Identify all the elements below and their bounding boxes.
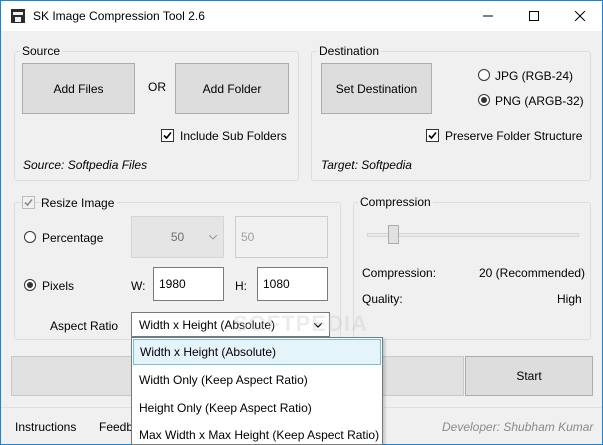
width-input[interactable]: 1980 <box>153 267 224 301</box>
close-button[interactable] <box>557 1 603 31</box>
add-folder-button[interactable]: Add Folder <box>175 63 289 114</box>
developer-credit: Developer: Shubham Kumar <box>442 420 594 434</box>
aspect-option-height-only[interactable]: Height Only (Keep Aspect Ratio) <box>133 395 381 421</box>
compression-legend: Compression <box>358 195 433 209</box>
png-radio[interactable] <box>478 94 490 106</box>
app-icon <box>10 8 26 24</box>
add-files-button[interactable]: Add Files <box>22 63 135 114</box>
pixels-label[interactable]: Pixels <box>42 279 74 293</box>
checkmark-icon <box>428 131 437 140</box>
percentage-combo-value: 50 <box>170 230 185 244</box>
window-title: SK Image Compression Tool 2.6 <box>33 9 205 23</box>
minimize-button[interactable] <box>465 1 511 31</box>
preserve-structure-checkbox[interactable] <box>426 129 439 142</box>
resize-image-label[interactable]: Resize Image <box>41 196 118 210</box>
checkmark-icon <box>163 131 172 140</box>
start-button[interactable]: Start <box>465 356 593 396</box>
source-status: Source: Softpedia Files <box>23 158 148 172</box>
set-destination-button[interactable]: Set Destination <box>321 63 432 114</box>
aspect-ratio-dropdown: Width x Height (Absolute) Width Only (Ke… <box>131 337 383 445</box>
height-label: H: <box>235 279 247 293</box>
percentage-label[interactable]: Percentage <box>42 231 103 245</box>
quality-label: Quality: <box>362 292 403 306</box>
title-bar[interactable]: SK Image Compression Tool 2.6 <box>1 1 602 31</box>
maximize-button[interactable] <box>511 1 557 31</box>
percentage-radio[interactable] <box>24 231 36 243</box>
destination-legend: Destination <box>317 44 382 58</box>
feedback-link[interactable]: Feedb <box>99 420 133 434</box>
pixels-radio[interactable] <box>24 279 36 291</box>
compression-label: Compression: <box>362 266 437 280</box>
preserve-structure-label[interactable]: Preserve Folder Structure <box>445 129 582 143</box>
png-label[interactable]: PNG (ARGB-32) <box>495 94 584 108</box>
compression-slider-thumb[interactable] <box>388 225 399 244</box>
height-input[interactable]: 1080 <box>257 267 328 301</box>
include-subfolders-label[interactable]: Include Sub Folders <box>180 129 287 143</box>
compression-value: 20 (Recommended) <box>479 266 586 280</box>
aspect-option-absolute[interactable]: Width x Height (Absolute) <box>133 339 381 365</box>
chevron-down-icon <box>209 235 217 240</box>
minimize-icon <box>483 15 493 17</box>
app-window: SK Image Compression Tool 2.6 Source Add… <box>0 0 603 445</box>
aspect-option-width-only[interactable]: Width Only (Keep Aspect Ratio) <box>133 367 381 393</box>
checkmark-icon <box>24 198 33 207</box>
resize-image-checkbox[interactable] <box>22 196 35 209</box>
aspect-ratio-label: Aspect Ratio <box>50 319 119 333</box>
quality-value: High <box>557 292 582 306</box>
destination-status: Target: Softpedia <box>321 158 412 172</box>
instructions-link[interactable]: Instructions <box>15 420 76 434</box>
maximize-icon <box>529 11 539 21</box>
include-subfolders-checkbox[interactable] <box>161 129 174 142</box>
jpg-label[interactable]: JPG (RGB-24) <box>495 69 573 83</box>
width-label: W: <box>131 279 146 293</box>
source-legend: Source <box>20 44 63 58</box>
softpedia-watermark: SOFTPEDIA <box>233 311 368 336</box>
percentage-combo[interactable]: 50 <box>131 216 224 258</box>
close-icon <box>575 11 585 21</box>
or-label: OR <box>148 80 166 94</box>
jpg-radio[interactable] <box>478 69 490 81</box>
aspect-option-max[interactable]: Max Width x Max Height (Keep Aspect Rati… <box>133 422 381 445</box>
percentage-field[interactable]: 50 <box>235 216 328 258</box>
